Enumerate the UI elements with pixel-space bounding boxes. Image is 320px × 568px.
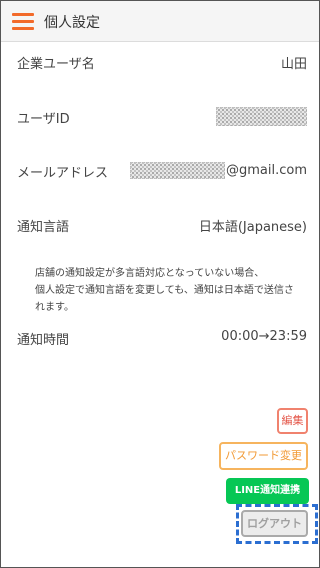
logout-button[interactable]: ログアウト bbox=[241, 510, 308, 537]
notification-time-label: 通知時間 bbox=[17, 333, 70, 348]
user-id-value bbox=[216, 107, 307, 126]
note-line: 個人設定で通知言語を変更しても、通知は日本語で送信さ bbox=[35, 285, 294, 296]
edit-button[interactable]: 編集 bbox=[277, 408, 308, 434]
hamburger-menu-icon[interactable] bbox=[12, 13, 34, 31]
language-note: 店舗の通知設定が多言語対応となっていない場合、 個人設定で通知言語を変更しても、… bbox=[35, 265, 310, 316]
redacted-email-local-part bbox=[129, 162, 225, 179]
change-password-button[interactable]: パスワード変更 bbox=[219, 442, 308, 470]
page-title: 個人設定 bbox=[44, 15, 100, 31]
notification-time-value: 00:00→23:59 bbox=[221, 329, 307, 344]
notification-language-label: 通知言語 bbox=[17, 220, 70, 235]
app-header: 個人設定 bbox=[1, 1, 319, 42]
note-line: 店舗の通知設定が多言語対応となっていない場合、 bbox=[35, 268, 265, 279]
company-user-name-label: 企業ユーザ名 bbox=[17, 57, 95, 72]
line-notification-link-button[interactable]: LINE通知連携 bbox=[226, 478, 309, 504]
notification-language-value: 日本語(Japanese) bbox=[198, 220, 307, 235]
note-line: れます。 bbox=[35, 302, 74, 313]
email-domain: @gmail.com bbox=[225, 163, 307, 178]
redacted-user-id bbox=[216, 107, 307, 126]
company-user-name-value: 山田 bbox=[280, 57, 307, 72]
email-label: メールアドレス bbox=[17, 166, 109, 181]
user-id-label: ユーザID bbox=[17, 112, 70, 127]
email-value: @gmail.com bbox=[129, 162, 307, 179]
